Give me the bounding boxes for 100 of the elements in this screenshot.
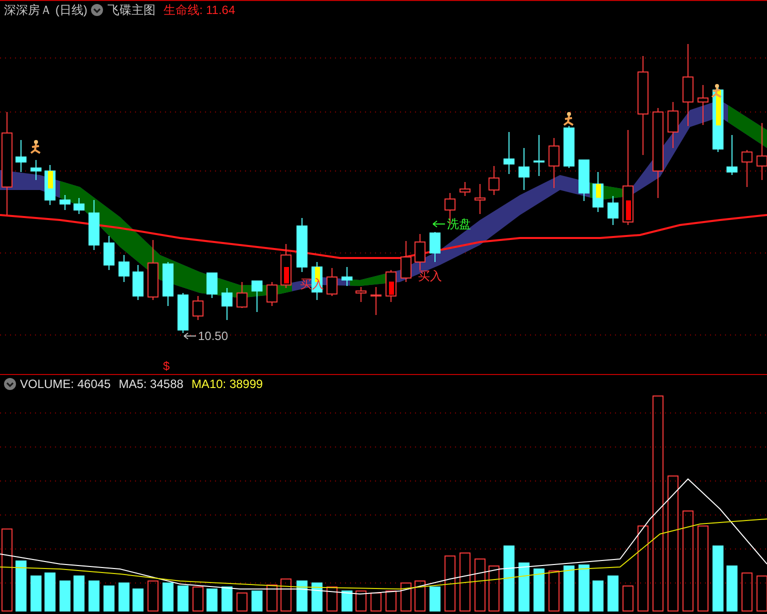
volume-bar: [518, 562, 530, 612]
ma10-value: MA10: 38999: [191, 378, 263, 390]
candlestick: [206, 272, 218, 298]
volume-bar: [386, 590, 396, 612]
volume-bar: [280, 578, 292, 612]
volume-bar: [592, 580, 604, 612]
volume-bar: [44, 572, 56, 612]
candlestick: [266, 282, 278, 306]
candlestick: [356, 286, 366, 302]
candlestick: [88, 200, 100, 250]
candlestick: [342, 266, 352, 286]
candlestick: [326, 268, 338, 296]
volume-bar: [104, 586, 114, 612]
volume-bar: [534, 568, 544, 612]
candlestick: [400, 240, 412, 282]
volume-bar: [504, 546, 514, 612]
candlestick: [296, 218, 308, 272]
candlestick: [504, 132, 514, 174]
volume-bar: [608, 576, 618, 612]
volume-bar: [474, 558, 486, 612]
volume-bar: [326, 586, 338, 612]
volume-bar: [342, 590, 352, 612]
volume-bar: [266, 584, 278, 612]
volume-bar: [712, 546, 724, 612]
volume-bar: [192, 586, 204, 612]
candlestick: [668, 102, 678, 148]
volume-bar: [236, 592, 248, 612]
candlestick: [742, 150, 752, 188]
runner-icon: [563, 112, 574, 126]
volume-bar: [548, 570, 560, 612]
candlestick: [178, 292, 188, 334]
candlestick: [44, 164, 56, 206]
candlestick: [474, 184, 486, 214]
candlestick: [30, 160, 42, 180]
candlestick: [222, 288, 232, 320]
candlestick: [414, 234, 426, 270]
volume-bar: [488, 566, 500, 612]
volume-bar: [356, 590, 366, 612]
candlestick: [16, 140, 26, 172]
volume-bar: [444, 556, 456, 612]
wash-label: 洗盘: [432, 217, 471, 231]
volume-bar: [726, 566, 738, 612]
volume-bar: [60, 580, 70, 612]
candlestick: [252, 280, 262, 312]
candlestick: [192, 296, 204, 320]
volume-bar: [742, 572, 752, 612]
candlestick: [430, 232, 440, 262]
volume-bar: [756, 576, 767, 612]
candlestick: [280, 244, 292, 288]
volume-bar: [578, 564, 590, 612]
volume-bar: [178, 586, 188, 612]
candlestick: [162, 262, 174, 306]
ma5-value: MA5: 34588: [118, 378, 184, 390]
candlestick: [698, 84, 708, 126]
volume-bar: [460, 552, 470, 612]
dollar-marker: $: [163, 359, 170, 373]
volume-bar: [414, 580, 426, 612]
volume-bar: [118, 582, 130, 612]
volume-bar: [296, 580, 308, 612]
candlestick: [118, 254, 130, 282]
low-price-label: 10.50: [184, 329, 228, 343]
candlestick: [370, 286, 382, 316]
volume-bar: [430, 586, 440, 612]
volume-bar: [30, 576, 42, 612]
candlestick: [236, 282, 248, 308]
indicator-name: 飞碟主图: [107, 4, 156, 16]
candlestick: [548, 138, 560, 188]
volume-value: VOLUME: 46045: [20, 378, 111, 390]
candlestick: [132, 264, 144, 300]
candlestick: [564, 126, 574, 168]
volume-bar: [206, 588, 218, 612]
candlestick: [534, 134, 544, 176]
volume-bar: [622, 586, 634, 612]
volume-bar: [132, 588, 144, 612]
buy-label: 买入: [418, 269, 442, 283]
volume-bar: [222, 586, 232, 612]
volume-bar: [312, 582, 322, 612]
volume-bar: [74, 576, 84, 612]
candlestick: [608, 196, 618, 226]
candlestick: [104, 236, 114, 270]
candlestick: [518, 148, 530, 190]
volume-bar: [88, 580, 100, 612]
candlestick: [578, 160, 590, 202]
stock-title: 深深房Ａ (日线): [4, 4, 88, 16]
volume-bar: [16, 560, 26, 612]
candlestick: [592, 172, 604, 212]
dropdown-icon[interactable]: [91, 4, 104, 16]
volume-bar: [148, 580, 158, 612]
candlestick: [386, 270, 396, 302]
volume-bar: [400, 582, 412, 612]
volume-bar: [252, 590, 262, 612]
candlestick: [148, 240, 158, 300]
candlestick: [60, 194, 70, 210]
dropdown-icon[interactable]: [4, 378, 16, 390]
runner-icon: [711, 84, 722, 98]
volume-bar: [564, 566, 574, 612]
candlestick: [726, 134, 738, 176]
candlestick: [460, 182, 470, 196]
volume-bar: [370, 592, 382, 612]
runner-icon: [30, 140, 41, 154]
